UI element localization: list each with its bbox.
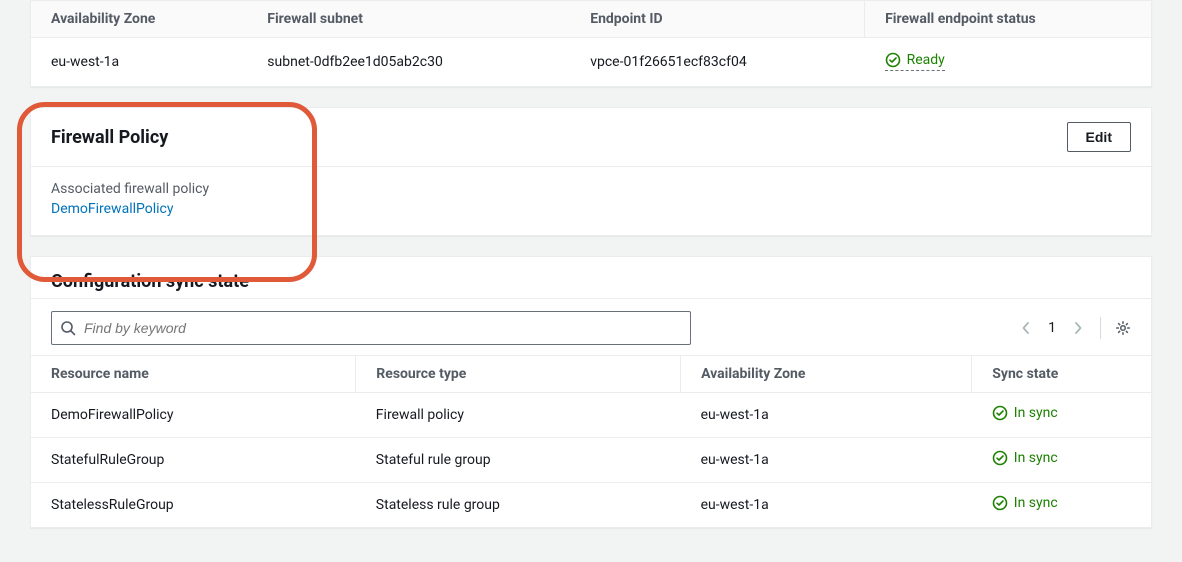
page-title: Firewall Policy xyxy=(51,127,168,148)
sync-state-text: In sync xyxy=(1014,495,1058,511)
status-badge: In sync xyxy=(992,450,1058,466)
check-circle-icon xyxy=(885,52,901,68)
col-endpoint-status: Firewall endpoint status xyxy=(865,1,1151,38)
table-row: DemoFirewallPolicyFirewall policyeu-west… xyxy=(31,393,1151,438)
status-badge: Ready xyxy=(885,52,945,71)
col-resource-name: Resource name xyxy=(31,356,356,393)
search-icon xyxy=(60,320,76,336)
chevron-right-icon[interactable] xyxy=(1070,320,1086,336)
status-badge: In sync xyxy=(992,495,1058,511)
cell-availability-zone: eu-west-1a xyxy=(681,393,972,438)
cell-resource-name: StatefulRuleGroup xyxy=(31,438,356,483)
config-sync-table: Resource name Resource type Availability… xyxy=(31,355,1151,527)
cell-sync-state: In sync xyxy=(972,483,1151,528)
associated-policy-link[interactable]: DemoFirewallPolicy xyxy=(51,201,174,217)
status-badge: In sync xyxy=(992,405,1058,421)
cell-resource-name: StatelessRuleGroup xyxy=(31,483,356,528)
check-circle-icon xyxy=(992,450,1008,466)
cell-resource-name: DemoFirewallPolicy xyxy=(31,393,356,438)
check-circle-icon xyxy=(992,495,1008,511)
gear-icon[interactable] xyxy=(1115,320,1131,336)
search-input-wrapper[interactable] xyxy=(51,311,691,345)
table-row: eu-west-1a subnet-0dfb2ee1d05ab2c30 vpce… xyxy=(31,38,1151,87)
divider xyxy=(1100,317,1101,339)
cell-endpoint-id: vpce-01f26651ecf83cf04 xyxy=(570,38,864,87)
sync-state-text: In sync xyxy=(1014,405,1058,421)
firewall-policy-panel: Firewall Policy Edit Associated firewall… xyxy=(30,107,1152,236)
sync-state-text: In sync xyxy=(1014,450,1058,466)
cell-endpoint-status: Ready xyxy=(865,38,1151,87)
config-sync-title: Configuration sync state xyxy=(51,271,249,292)
col-availability-zone: Availability Zone xyxy=(31,1,247,38)
cell-availability-zone: eu-west-1a xyxy=(681,438,972,483)
table-row: StatefulRuleGroupStateful rule groupeu-w… xyxy=(31,438,1151,483)
col-availability-zone: Availability Zone xyxy=(681,356,972,393)
search-input[interactable] xyxy=(82,319,682,337)
subnet-table: Availability Zone Firewall subnet Endpoi… xyxy=(31,1,1151,86)
cell-availability-zone: eu-west-1a xyxy=(681,483,972,528)
config-table-header-row: Resource name Resource type Availability… xyxy=(31,356,1151,393)
col-sync-state: Sync state xyxy=(972,356,1151,393)
cell-resource-type: Stateless rule group xyxy=(356,483,681,528)
status-text: Ready xyxy=(907,52,945,68)
col-firewall-subnet: Firewall subnet xyxy=(247,1,570,38)
cell-resource-type: Firewall policy xyxy=(356,393,681,438)
associated-policy-label: Associated firewall policy xyxy=(51,181,1131,197)
page-number: 1 xyxy=(1048,320,1056,336)
check-circle-icon xyxy=(992,405,1008,421)
col-endpoint-id: Endpoint ID xyxy=(570,1,864,38)
subnet-panel: Availability Zone Firewall subnet Endpoi… xyxy=(30,0,1152,87)
cell-firewall-subnet: subnet-0dfb2ee1d05ab2c30 xyxy=(247,38,570,87)
edit-button[interactable]: Edit xyxy=(1067,122,1131,152)
pagination: 1 xyxy=(1018,317,1131,339)
config-sync-panel: Configuration sync state 1 xyxy=(30,256,1152,528)
cell-sync-state: In sync xyxy=(972,438,1151,483)
col-resource-type: Resource type xyxy=(356,356,681,393)
cell-resource-type: Stateful rule group xyxy=(356,438,681,483)
chevron-left-icon[interactable] xyxy=(1018,320,1034,336)
cell-sync-state: In sync xyxy=(972,393,1151,438)
table-row: StatelessRuleGroupStateless rule groupeu… xyxy=(31,483,1151,528)
cell-availability-zone: eu-west-1a xyxy=(31,38,247,87)
subnet-table-header-row: Availability Zone Firewall subnet Endpoi… xyxy=(31,1,1151,38)
